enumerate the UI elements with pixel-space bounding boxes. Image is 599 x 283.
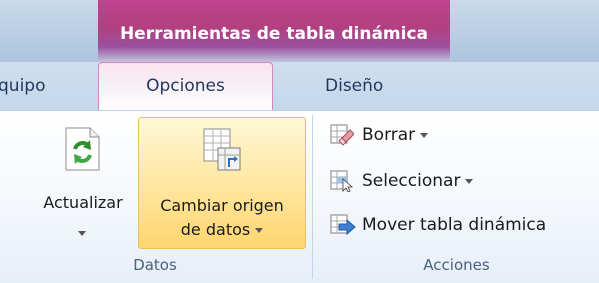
change-data-source-label-line1: Cambiar origen — [160, 196, 284, 215]
ribbon-tab-strip: quipo Diseño — [0, 62, 599, 110]
group-divider — [312, 115, 313, 279]
select-icon — [330, 170, 354, 192]
contextual-tab-group-title: Herramientas de tabla dinámica — [119, 24, 429, 44]
clear-label-text: Borrar — [362, 125, 416, 145]
change-data-source-label-line2: de datos — [139, 220, 305, 240]
contextual-tab-group-header: Herramientas de tabla dinámica — [98, 0, 450, 62]
move-pivot-table-icon — [330, 214, 356, 236]
refresh-label: Actualizar — [43, 193, 123, 212]
refresh-button[interactable]: Actualizar — [30, 117, 136, 245]
clear-label: Borrar — [362, 125, 429, 145]
move-pivot-table-label: Mover tabla dinámica — [362, 215, 547, 235]
change-data-source-button[interactable]: Cambiar origen de datos — [138, 117, 306, 249]
chevron-down-icon — [420, 132, 429, 138]
refresh-dropdown-arrow — [78, 223, 86, 242]
group-label-datos: Datos — [133, 256, 177, 274]
change-data-source-label-text: de datos — [180, 220, 251, 239]
ribbon-panel: Actualizar Cambiar origen de datos Datos — [0, 110, 599, 283]
select-label-text: Seleccionar — [362, 171, 461, 191]
change-data-source-icon — [203, 128, 241, 171]
chevron-down-icon — [255, 228, 264, 233]
select-label: Seleccionar — [362, 171, 474, 191]
clear-button[interactable]: Borrar — [330, 121, 460, 149]
tab-equipo[interactable]: quipo — [0, 76, 45, 100]
clear-icon — [330, 124, 354, 146]
chevron-down-icon — [465, 178, 474, 184]
select-button[interactable]: Seleccionar — [330, 167, 510, 195]
group-label-acciones: Acciones — [423, 256, 490, 274]
tab-opciones-label: Opciones — [146, 76, 225, 96]
move-pivot-table-button[interactable]: Mover tabla dinámica — [330, 211, 592, 239]
refresh-icon — [65, 127, 100, 171]
tab-opciones[interactable]: Opciones — [98, 62, 273, 112]
tab-diseno[interactable]: Diseño — [325, 76, 383, 100]
